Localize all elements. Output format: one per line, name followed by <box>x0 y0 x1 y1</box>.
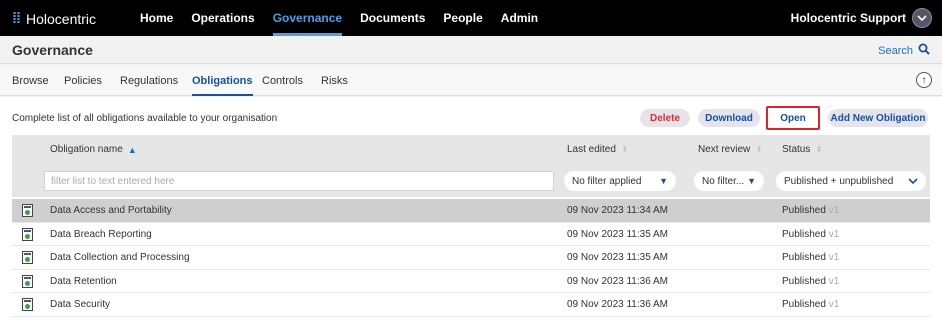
filter-icon: ▼ <box>747 176 756 186</box>
table-body: Data Access and Portability 09 Nov 2023 … <box>12 199 930 317</box>
table-row[interactable]: Data Security 09 Nov 2023 11:36 AM Publi… <box>12 293 930 317</box>
table-row[interactable]: Data Retention 09 Nov 2023 11:36 AM Publ… <box>12 270 930 293</box>
column-header-last-edited[interactable]: Last edited ⬍ <box>567 144 628 155</box>
row-status: Published v1 <box>782 228 840 240</box>
user-menu[interactable]: Holocentric Support <box>791 8 932 28</box>
nav-documents[interactable]: Documents <box>360 0 425 36</box>
row-status: Published v1 <box>782 252 840 263</box>
sort-icon: ⬍ <box>620 144 629 154</box>
tab-bar: Browse Policies Regulations Obligations … <box>0 65 942 96</box>
page-title: Governance <box>12 42 93 58</box>
row-name: Data Access and Portability <box>50 205 172 216</box>
table-row[interactable]: Data Access and Portability 09 Nov 2023 … <box>12 199 930 223</box>
download-button[interactable]: Download <box>698 109 760 127</box>
nav-governance[interactable]: Governance <box>272 0 343 36</box>
column-header-next-review[interactable]: Next review ⬍ <box>698 144 763 155</box>
table-row[interactable]: Data Collection and Processing 09 Nov 20… <box>12 246 930 270</box>
name-filter-input[interactable]: filter list to text entered here <box>44 171 554 191</box>
search-icon <box>918 43 930 58</box>
nav-people[interactable]: People <box>443 0 482 36</box>
filter-row: filter list to text entered here No filt… <box>12 165 930 197</box>
row-status: Published v1 <box>782 275 840 287</box>
tab-controls[interactable]: Controls <box>262 75 303 87</box>
obligation-icon <box>22 204 33 217</box>
title-bar: Governance Search <box>0 36 942 64</box>
tab-regulations[interactable]: Regulations <box>120 75 178 87</box>
row-last-edited: 09 Nov 2023 11:35 AM <box>567 252 668 263</box>
row-status: Published v1 <box>782 299 840 310</box>
nav-operations[interactable]: Operations <box>191 0 254 36</box>
sort-icon: ⬍ <box>815 144 823 154</box>
row-name: Data Breach Reporting <box>50 228 152 240</box>
open-button[interactable]: Open <box>766 106 820 130</box>
filter-icon: ▼ <box>659 176 668 186</box>
column-header-status[interactable]: Status ⬍ <box>782 144 823 155</box>
last-edited-filter[interactable]: No filter applied ▼ <box>564 171 676 191</box>
add-new-obligation-button[interactable]: Add New Obligation <box>828 109 928 127</box>
chevron-down-icon <box>908 176 918 187</box>
nav-admin[interactable]: Admin <box>501 0 538 36</box>
obligation-icon <box>22 274 33 288</box>
next-review-filter[interactable]: No filter... ▼ <box>694 171 764 191</box>
sort-icon: ⬍ <box>755 144 763 154</box>
top-navbar: ⁞⁞ Holocentric Home Operations Governanc… <box>0 0 942 36</box>
column-header-name[interactable]: Obligation name ▲ <box>50 144 137 155</box>
row-status: Published v1 <box>782 205 840 216</box>
tab-risks[interactable]: Risks <box>321 75 348 87</box>
nav-home[interactable]: Home <box>140 0 173 36</box>
sort-ascending-icon: ▲ <box>127 144 137 155</box>
main-nav: Home Operations Governance Documents Peo… <box>140 0 556 36</box>
obligation-icon <box>22 251 33 264</box>
row-last-edited: 09 Nov 2023 11:36 AM <box>567 275 668 287</box>
tab-browse[interactable]: Browse <box>12 75 49 87</box>
row-last-edited: 09 Nov 2023 11:34 AM <box>567 205 668 216</box>
row-name: Data Retention <box>50 275 117 287</box>
delete-button[interactable]: Delete <box>640 109 690 127</box>
tab-policies[interactable]: Policies <box>64 75 102 87</box>
tab-obligations[interactable]: Obligations <box>192 75 253 96</box>
table-header: Obligation name ▲ Last edited ⬍ Next rev… <box>12 135 930 165</box>
row-last-edited: 09 Nov 2023 11:35 AM <box>567 228 668 240</box>
user-name: Holocentric Support <box>790 11 906 25</box>
main-panel: Complete list of all obligations availab… <box>0 97 942 332</box>
search-label: Search <box>878 44 913 57</box>
logo[interactable]: ⁞⁞ Holocentric <box>12 10 96 27</box>
obligation-icon <box>22 298 33 311</box>
search-button[interactable]: Search <box>878 43 930 58</box>
upload-icon[interactable]: ↑ <box>916 72 932 88</box>
status-filter-select[interactable]: Published + unpublished <box>776 171 926 191</box>
row-name: Data Collection and Processing <box>50 252 190 263</box>
row-last-edited: 09 Nov 2023 11:36 AM <box>567 299 668 310</box>
list-description: Complete list of all obligations availab… <box>12 113 278 124</box>
row-name: Data Security <box>50 299 111 310</box>
logo-text: Holocentric <box>26 10 97 27</box>
logo-mark-icon: ⁞⁞ <box>12 10 21 27</box>
obligation-icon <box>22 227 33 241</box>
table-row[interactable]: Data Breach Reporting 09 Nov 2023 11:35 … <box>12 223 930 246</box>
chevron-down-icon[interactable] <box>912 8 932 28</box>
